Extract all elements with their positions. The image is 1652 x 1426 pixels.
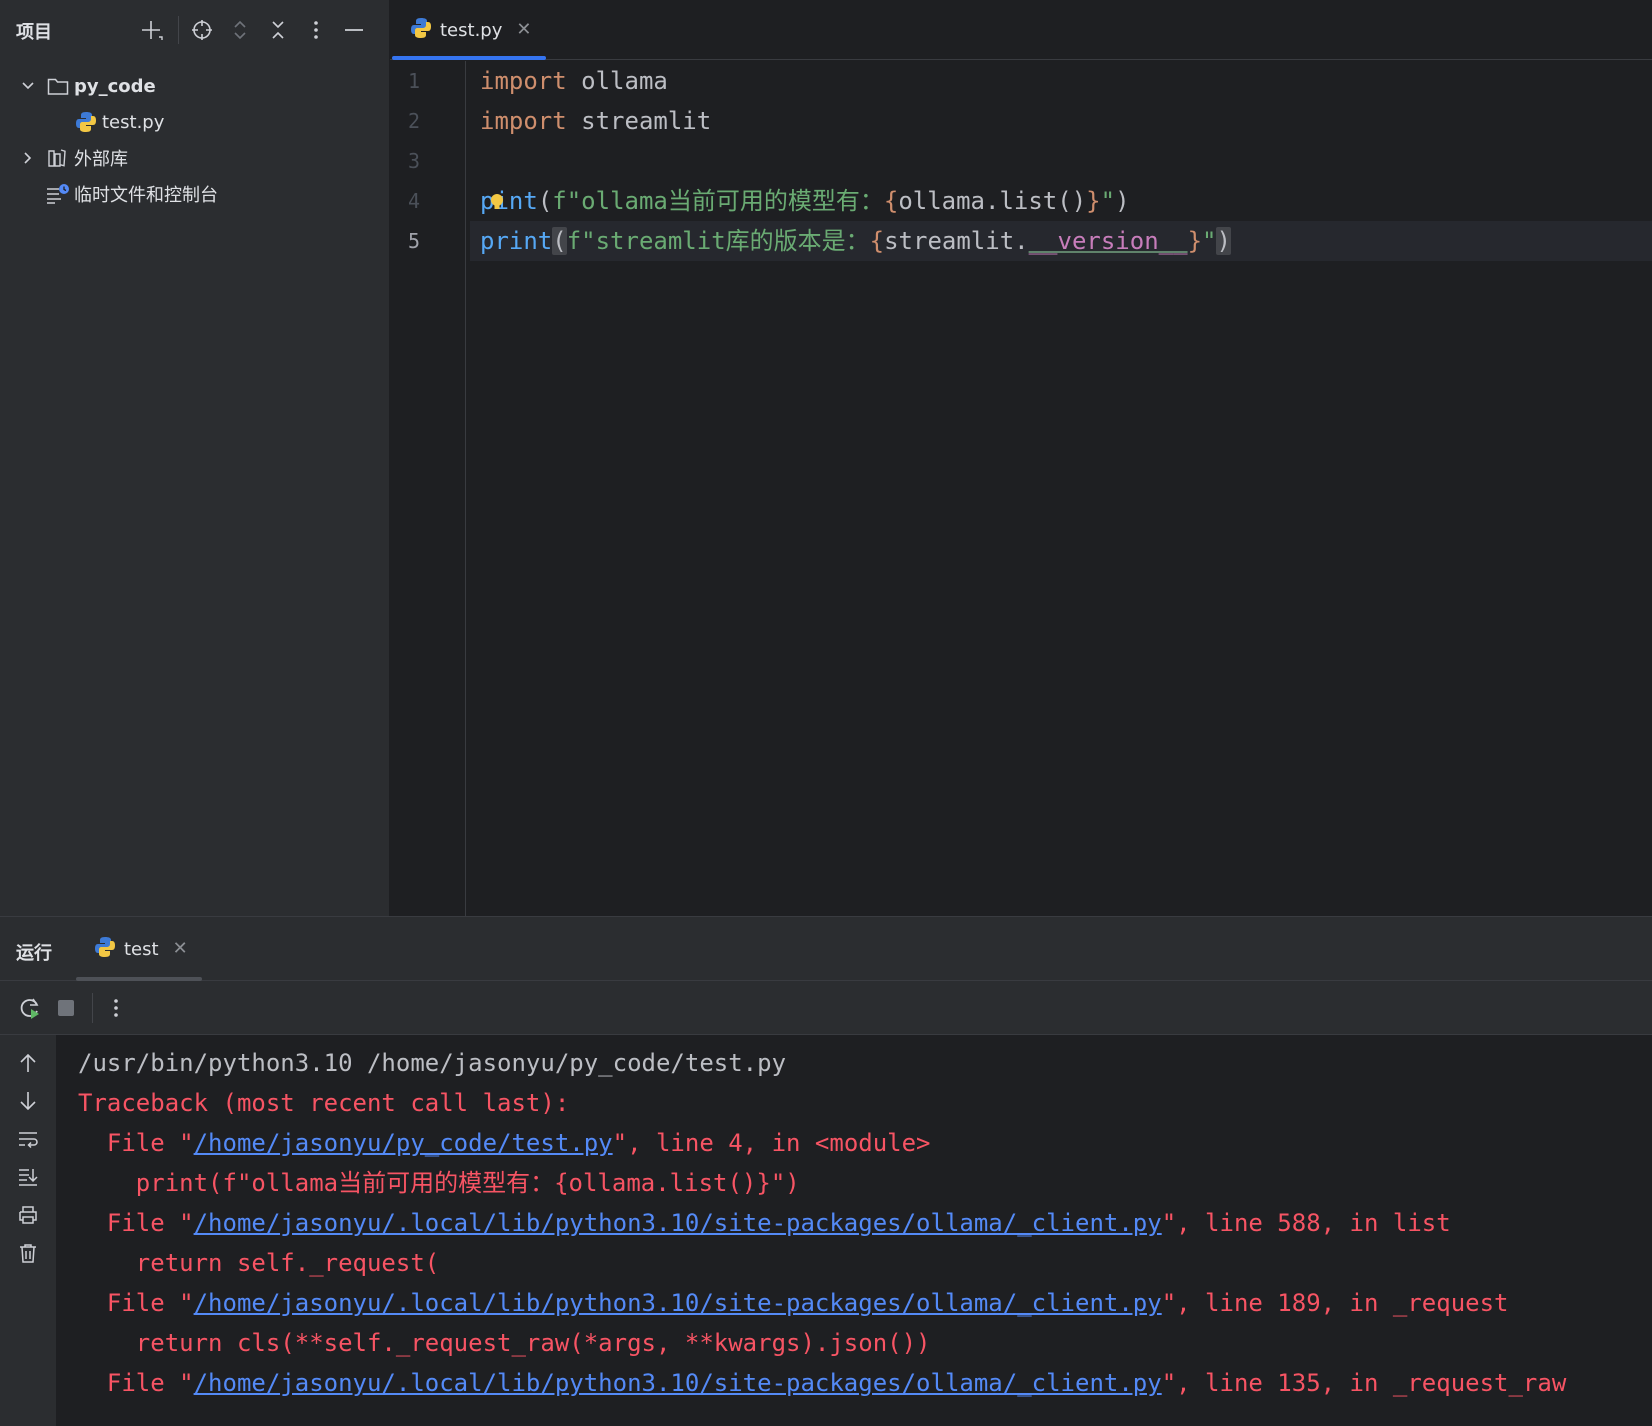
tab-run-test[interactable]: test ✕ — [76, 917, 202, 981]
python-file-icon — [410, 17, 432, 43]
line-number: 2 — [407, 109, 421, 133]
run-panel-title: 运行 — [16, 943, 52, 964]
tab-label: test — [124, 938, 159, 960]
soft-wrap-icon[interactable] — [14, 1125, 42, 1153]
console-traceback-header: Traceback (most recent call last): — [78, 1089, 570, 1117]
chevron-down-icon[interactable] — [18, 76, 38, 96]
trash-icon[interactable] — [14, 1239, 42, 1267]
console-traceback-code: return cls(**self._request_raw(*args, **… — [78, 1329, 931, 1357]
arrow-down-icon[interactable] — [14, 1087, 42, 1115]
toolbar-separator — [178, 16, 179, 44]
arrow-up-icon[interactable] — [14, 1049, 42, 1077]
file-link[interactable]: /home/jasonyu/.local/lib/python3.10/site… — [194, 1289, 1162, 1317]
tree-item-label: test.py — [102, 111, 165, 133]
console-traceback-frame: File "/home/jasonyu/.local/lib/python3.1… — [78, 1369, 1567, 1397]
toolbar-separator — [92, 993, 93, 1023]
run-toolbar — [0, 981, 1652, 1035]
project-panel-header: 项目 — [0, 0, 389, 60]
console-side-toolbar — [0, 1035, 56, 1426]
line-number: 4 — [407, 189, 421, 213]
python-file-icon — [94, 936, 116, 962]
tab-test-py[interactable]: test.py ✕ — [392, 0, 546, 60]
run-panel: 运行 test ✕ /usr/bin/python3.10 /home/jaso… — [0, 916, 1652, 1426]
console-traceback-frame: File "/home/jasonyu/.local/lib/python3.1… — [78, 1209, 1451, 1237]
print-icon[interactable] — [14, 1201, 42, 1229]
code-area[interactable]: import ollama import streamlit p int(f"ol… — [470, 61, 1652, 916]
rerun-icon[interactable] — [16, 994, 44, 1022]
tree-item-py-code[interactable]: py_code — [18, 68, 156, 104]
locate-icon[interactable] — [188, 16, 216, 44]
console-command-line: /usr/bin/python3.10 /home/jasonyu/py_cod… — [78, 1049, 787, 1077]
add-icon[interactable] — [138, 16, 166, 44]
more-options-icon[interactable] — [102, 994, 130, 1022]
library-icon — [46, 146, 70, 170]
code-line-1[interactable]: import ollama — [470, 61, 1652, 101]
line-number: 3 — [407, 149, 421, 173]
folder-icon — [46, 74, 70, 98]
collapse-all-icon[interactable] — [264, 16, 292, 44]
scratch-icon — [46, 182, 70, 206]
project-panel: 项目 py_code test.py 外部库 临时文件和控制台 — [0, 0, 389, 916]
tree-item-scratches[interactable]: 临时文件和控制台 — [18, 176, 218, 212]
python-file-icon — [74, 110, 98, 134]
chevron-right-icon[interactable] — [18, 148, 38, 168]
line-number-gutter: 1 2 3 4 5 — [390, 61, 466, 916]
console-output[interactable]: /usr/bin/python3.10 /home/jasonyu/py_cod… — [56, 1035, 1652, 1426]
more-options-icon[interactable] — [302, 16, 330, 44]
file-link[interactable]: /home/jasonyu/.local/lib/python3.10/site… — [194, 1369, 1162, 1397]
scroll-to-end-icon[interactable] — [14, 1163, 42, 1191]
run-panel-header: 运行 test ✕ — [0, 917, 1652, 981]
line-number-current: 5 — [407, 229, 421, 253]
code-line-5[interactable]: print(f"streamlit库的版本是：{streamlit.__vers… — [470, 221, 1652, 261]
close-icon[interactable]: ✕ — [173, 940, 188, 958]
console-traceback-frame: File "/home/jasonyu/py_code/test.py", li… — [78, 1129, 931, 1157]
editor-tab-bar: test.py ✕ — [390, 0, 1652, 60]
tree-item-label: 外部库 — [74, 149, 128, 170]
code-line-2[interactable]: import streamlit — [470, 101, 1652, 141]
tree-item-label: py_code — [74, 75, 156, 97]
minimize-icon[interactable] — [340, 16, 368, 44]
project-panel-title: 项目 — [16, 22, 52, 43]
tree-item-test-py[interactable]: test.py — [46, 104, 164, 140]
tab-label: test.py — [440, 19, 503, 41]
console-traceback-code: print(f"ollama当前可用的模型有：{ollama.list()}") — [78, 1169, 800, 1197]
editor: test.py ✕ 1 2 3 4 5 import ollama import… — [389, 0, 1652, 916]
expand-all-icon[interactable] — [226, 16, 254, 44]
file-link[interactable]: /home/jasonyu/py_code/test.py — [194, 1129, 613, 1157]
active-tab-indicator — [392, 56, 546, 60]
tree-item-label: 临时文件和控制台 — [74, 185, 218, 206]
line-number: 1 — [407, 69, 421, 93]
code-line-4[interactable]: p int(f"ollama当前可用的模型有：{ollama.list()}") — [470, 181, 1652, 221]
file-link[interactable]: /home/jasonyu/.local/lib/python3.10/site… — [194, 1209, 1162, 1237]
tree-item-external-libraries[interactable]: 外部库 — [18, 140, 128, 176]
close-icon[interactable]: ✕ — [516, 21, 531, 39]
stop-icon[interactable] — [52, 994, 80, 1022]
code-line-3[interactable] — [470, 141, 1652, 181]
console-traceback-frame: File "/home/jasonyu/.local/lib/python3.1… — [78, 1289, 1509, 1317]
console-traceback-code: return self._request( — [78, 1249, 440, 1277]
